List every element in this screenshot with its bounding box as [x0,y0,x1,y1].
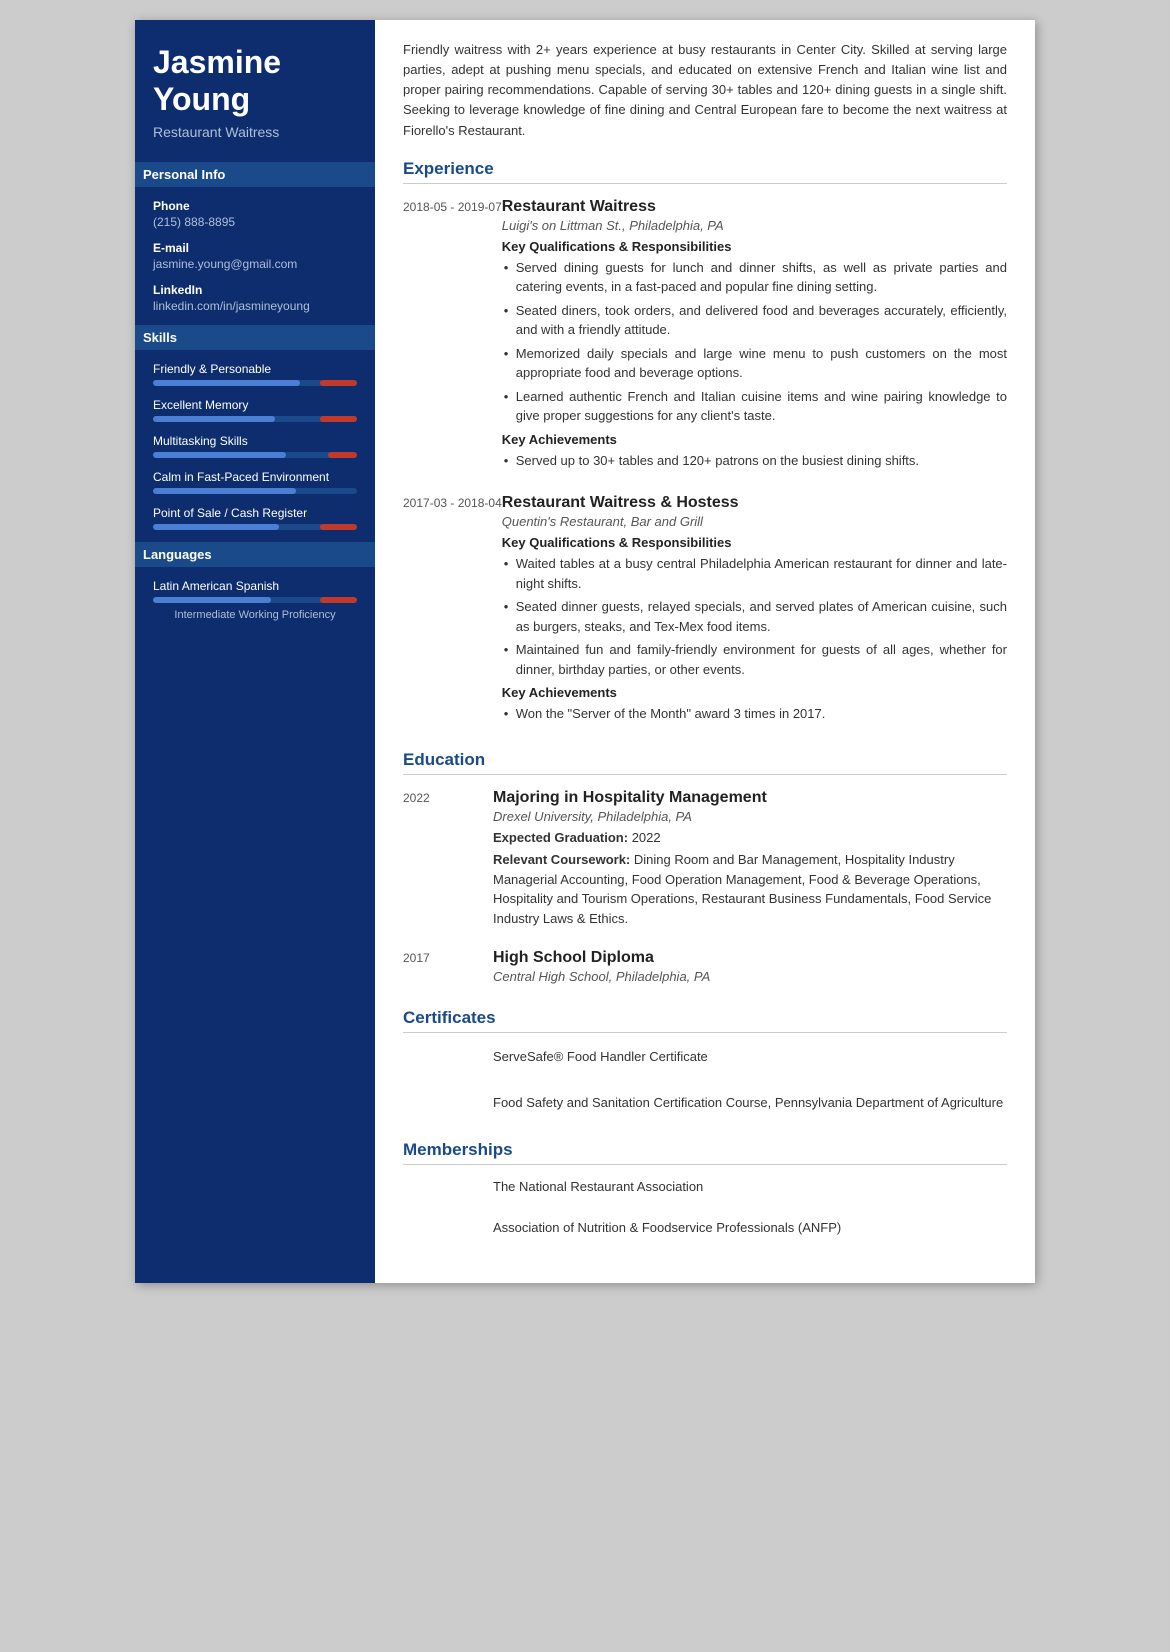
entry-date: 2022 [403,789,493,932]
language-bar [153,597,357,603]
list-item: Seated diners, took orders, and delivere… [502,301,1007,340]
list-item: Maintained fun and family-friendly envir… [502,640,1007,679]
certificate-item: ServeSafe® Food Handler Certificate [493,1047,708,1067]
certificate-entry: Food Safety and Sanitation Certification… [403,1093,1007,1121]
linkedin-field: LinkedIn linkedin.com/in/jasmineyoung [153,283,357,313]
company: Luigi's on Littman St., Philadelphia, PA [502,218,1007,233]
skill-name: Point of Sale / Cash Register [153,506,357,520]
email-label: E-mail [153,241,357,255]
job-title: Restaurant Waitress [502,198,1007,216]
education-title: Education [403,750,1007,775]
candidate-name: Jasmine Young [153,44,357,118]
skills-header: Skills [135,325,375,350]
memberships-section: Memberships The National Restaurant Asso… [403,1140,1007,1243]
edu-title: High School Diploma [493,949,1007,967]
achievements-label: Key Achievements [502,432,1007,447]
resume-container: Jasmine Young Restaurant Waitress Person… [135,20,1035,1283]
list-item: Seated dinner guests, relayed specials, … [502,597,1007,636]
coursework: Relevant Coursework: Dining Room and Bar… [493,850,1007,928]
linkedin-label: LinkedIn [153,283,357,297]
languages-list: Latin American Spanish Intermediate Work… [153,579,357,621]
list-item: Waited tables at a busy central Philadel… [502,554,1007,593]
membership-entry: Association of Nutrition & Foodservice P… [403,1220,1007,1243]
achievements-label: Key Achievements [502,685,1007,700]
edu-school: Drexel University, Philadelphia, PA [493,809,1007,824]
memberships-title: Memberships [403,1140,1007,1165]
list-item: Served dining guests for lunch and dinne… [502,258,1007,297]
personal-info-header: Personal Info [135,162,375,187]
entry-content: Majoring in Hospitality Management Drexe… [493,789,1007,932]
education-entry: 2022 Majoring in Hospitality Management … [403,789,1007,932]
certificate-entry: ServeSafe® Food Handler Certificate [403,1047,1007,1075]
linkedin-value: linkedin.com/in/jasmineyoung [153,299,357,313]
memberships-list: The National Restaurant Association Asso… [403,1179,1007,1243]
list-item: Won the "Server of the Month" award 3 ti… [502,704,1007,724]
certificates-list: ServeSafe® Food Handler Certificate Food… [403,1047,1007,1120]
phone-field: Phone (215) 888-8895 [153,199,357,229]
experience-title: Experience [403,159,1007,184]
entry-content: Restaurant Waitress Luigi's on Littman S… [502,198,1007,477]
main-content: Friendly waitress with 2+ years experien… [375,20,1035,1283]
skills-list: Friendly & Personable Excellent Memory M… [153,362,357,530]
entry-date: 2018-05 - 2019-07 [403,198,502,477]
edu-title: Majoring in Hospitality Management [493,789,1007,807]
sidebar: Jasmine Young Restaurant Waitress Person… [135,20,375,1283]
experience-section: Experience 2018-05 - 2019-07 Restaurant … [403,159,1007,730]
skill-bar [153,416,357,422]
language-name: Latin American Spanish [153,579,357,593]
qualifications-label: Key Qualifications & Responsibilities [502,535,1007,550]
phone-label: Phone [153,199,357,213]
skill-bar [153,452,357,458]
certificate-item: Food Safety and Sanitation Certification… [493,1093,1003,1113]
membership-item: The National Restaurant Association [493,1179,703,1194]
skill-bar [153,524,357,530]
entry-date: 2017 [403,949,493,988]
education-list: 2022 Majoring in Hospitality Management … [403,789,1007,989]
skill-name: Excellent Memory [153,398,357,412]
phone-value: (215) 888-8895 [153,215,357,229]
email-value: jasmine.young@gmail.com [153,257,357,271]
skill-name: Calm in Fast-Paced Environment [153,470,357,484]
language-level: Intermediate Working Proficiency [153,609,357,621]
job-title: Restaurant Waitress & Hostess [502,494,1007,512]
education-section: Education 2022 Majoring in Hospitality M… [403,750,1007,989]
membership-item: Association of Nutrition & Foodservice P… [493,1220,841,1235]
entry-date: 2017-03 - 2018-04 [403,494,502,730]
qualifications-label: Key Qualifications & Responsibilities [502,239,1007,254]
experience-entry: 2017-03 - 2018-04 Restaurant Waitress & … [403,494,1007,730]
skill-name: Friendly & Personable [153,362,357,376]
skill-bar [153,380,357,386]
email-field: E-mail jasmine.young@gmail.com [153,241,357,271]
expected-graduation: Expected Graduation: 2022 [493,828,1007,848]
edu-school: Central High School, Philadelphia, PA [493,969,1007,984]
entry-content: Restaurant Waitress & Hostess Quentin's … [502,494,1007,730]
experience-list: 2018-05 - 2019-07 Restaurant Waitress Lu… [403,198,1007,730]
skill-name: Multitasking Skills [153,434,357,448]
certificates-title: Certificates [403,1008,1007,1033]
education-entry: 2017 High School Diploma Central High Sc… [403,949,1007,988]
candidate-title: Restaurant Waitress [153,124,357,140]
list-item: Memorized daily specials and large wine … [502,344,1007,383]
summary: Friendly waitress with 2+ years experien… [403,40,1007,141]
certificates-section: Certificates ServeSafe® Food Handler Cer… [403,1008,1007,1120]
skill-bar [153,488,357,494]
list-item: Learned authentic French and Italian cui… [502,387,1007,426]
entry-content: High School Diploma Central High School,… [493,949,1007,988]
membership-entry: The National Restaurant Association [403,1179,1007,1202]
languages-header: Languages [135,542,375,567]
experience-entry: 2018-05 - 2019-07 Restaurant Waitress Lu… [403,198,1007,477]
list-item: Served up to 30+ tables and 120+ patrons… [502,451,1007,471]
company: Quentin's Restaurant, Bar and Grill [502,514,1007,529]
